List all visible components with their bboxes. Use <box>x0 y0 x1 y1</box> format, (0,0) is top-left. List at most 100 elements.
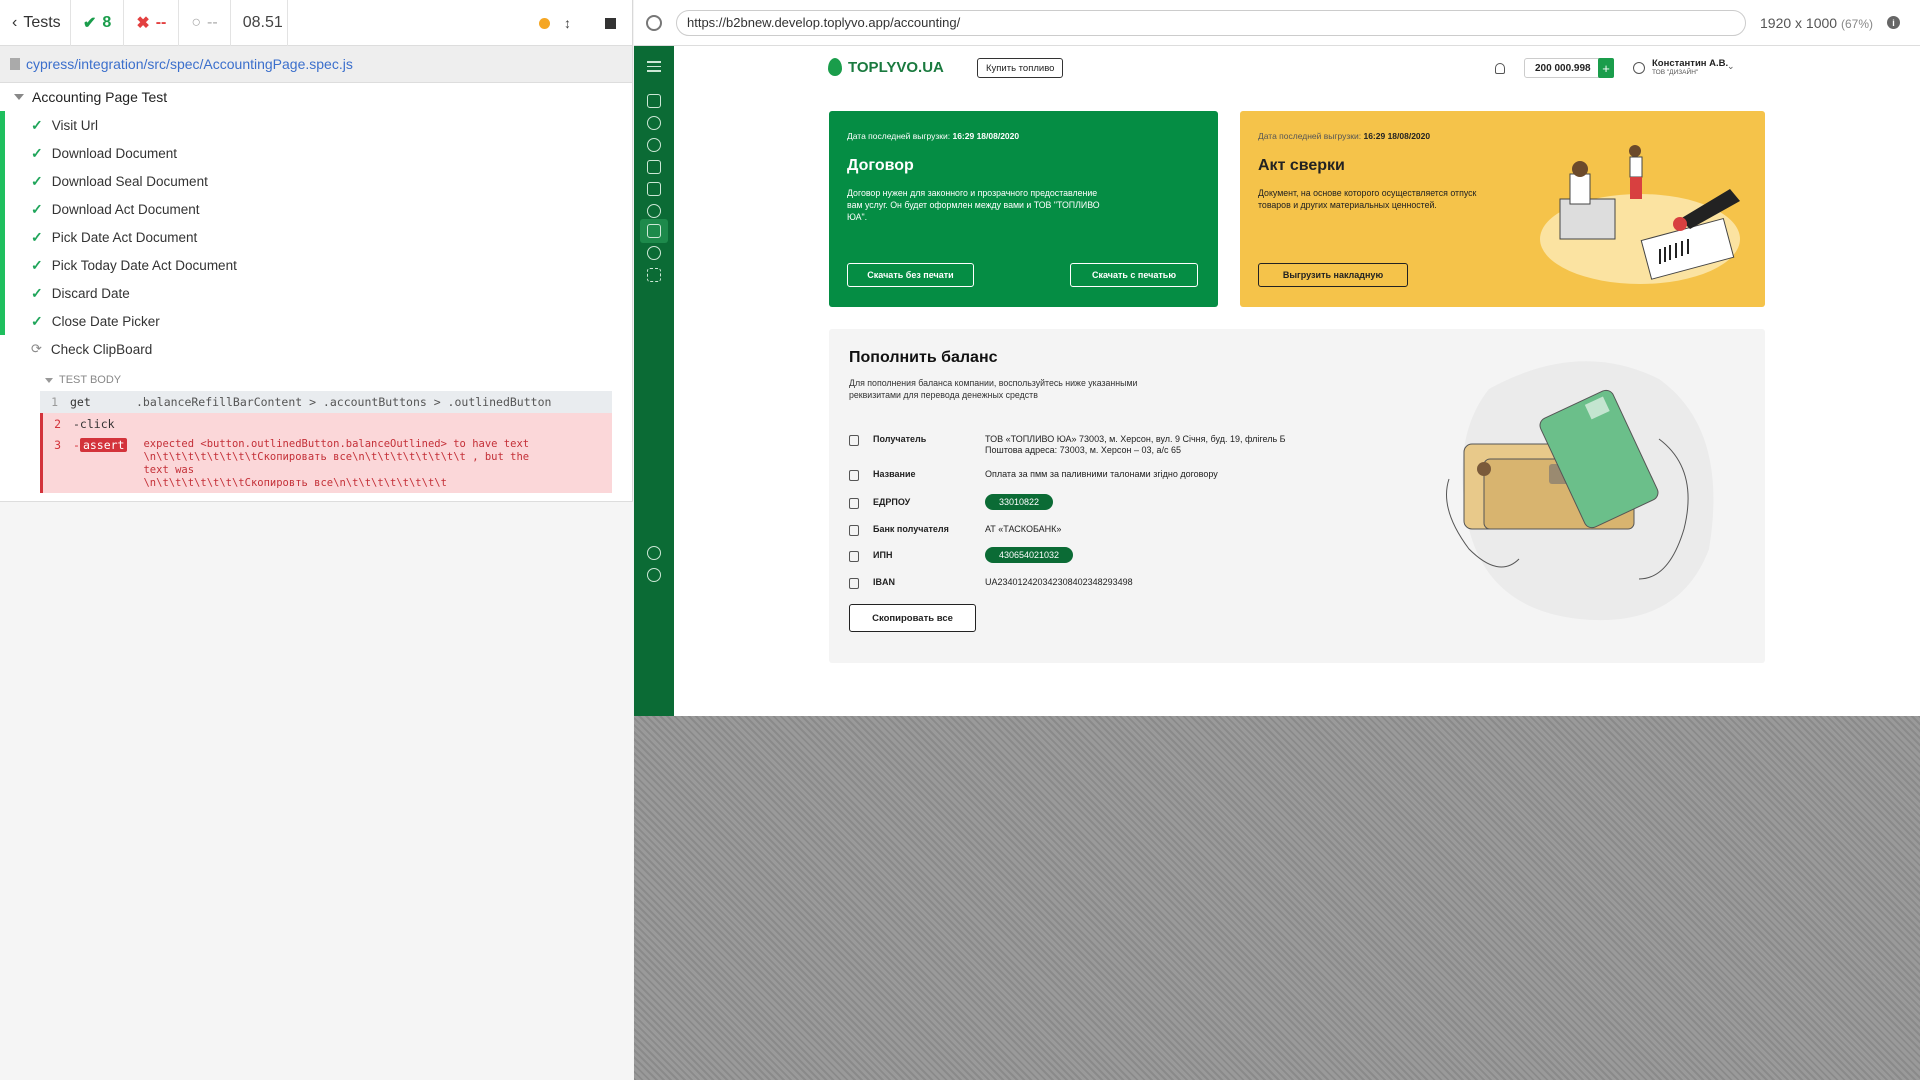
viewport-size: 1920 x 1000 (67%) <box>1760 15 1873 31</box>
recipient-line: ТОВ «ТОПЛИВО ЮА» 73003, м. Херсон, вул. … <box>985 434 1286 444</box>
meta-label: Дата последней выгрузки: <box>1258 131 1362 141</box>
test-body-header[interactable]: TEST BODY <box>40 369 612 391</box>
bell-icon[interactable] <box>1495 63 1505 74</box>
assert-message: expected <button.outlinedButton.balanceO… <box>143 438 530 489</box>
command-number: 1 <box>51 395 58 409</box>
meta-value: 16:29 18/08/2020 <box>952 131 1020 141</box>
balance-refill-panel: Пополнить баланс Для пополнения баланса … <box>829 329 1765 663</box>
chevron-down-icon[interactable]: ⌄ <box>1727 61 1735 72</box>
command-row-assert[interactable]: 3 - assert expected <button.outlinedButto… <box>40 435 612 493</box>
chevron-left-icon: ‹ <box>12 13 18 31</box>
requisite-value: АТ «ТАСКОБАНК» <box>985 524 1062 534</box>
requisite-row: IBAN UA234012420342308402348293498 <box>849 577 1133 589</box>
test-row[interactable]: ✓ Download Seal Document <box>0 167 632 195</box>
user-icon[interactable] <box>647 138 661 152</box>
test-row[interactable]: ✓ Download Document <box>0 139 632 167</box>
download-with-seal-button[interactable]: Скачать с печатью <box>1070 263 1198 287</box>
app-viewport: TOPLYVO.UA Купить топливо 200 000.998 + … <box>634 46 1920 716</box>
car-icon[interactable] <box>647 246 661 260</box>
cypress-reporter: ‹ Tests ✔ 8 ✖ -- ○ -- 08.51 ↕ cypress/in… <box>0 0 633 1080</box>
test-row-running[interactable]: ⟳ Check ClipBoard <box>0 335 632 363</box>
command-row-failed[interactable]: 2 -click <box>40 413 612 435</box>
tests-back-button[interactable]: ‹ Tests <box>0 0 71 46</box>
requisite-row: ИПН 430654021032 <box>849 547 1074 563</box>
requisite-label: ЕДРПОУ <box>873 497 911 507</box>
failed-count: -- <box>155 13 167 31</box>
fuel-drop-icon <box>828 58 842 76</box>
settings-icon[interactable] <box>647 546 661 560</box>
test-row[interactable]: ✓ Pick Today Date Act Document <box>0 251 632 279</box>
menu-icon[interactable] <box>647 58 661 72</box>
aut-background-stripes <box>634 716 1920 1080</box>
app-sidebar <box>634 46 674 716</box>
spec-path-link[interactable]: cypress/integration/src/spec/AccountingP… <box>26 56 353 72</box>
meta-value: 16:29 18/08/2020 <box>1363 131 1431 141</box>
contract-card: Дата последней выгрузки: 16:29 18/08/202… <box>829 111 1218 307</box>
logo-text: TOPLYVO.UA <box>848 58 944 76</box>
test-label: Download Seal Document <box>51 173 208 189</box>
gift-icon[interactable] <box>647 160 661 174</box>
command-number: 2 <box>54 417 61 431</box>
url-bar[interactable]: https://b2bnew.develop.toplyvo.app/accou… <box>676 9 1746 36</box>
test-row[interactable]: ✓ Close Date Picker <box>0 307 632 335</box>
copy-icon[interactable] <box>849 578 859 589</box>
buy-fuel-button[interactable]: Купить топливо <box>977 58 1064 78</box>
user-name[interactable]: Константин А.В. <box>1652 58 1728 69</box>
auto-scroll-icon[interactable]: ↕ <box>564 15 571 31</box>
office-illustration-icon <box>1540 145 1740 284</box>
copy-icon[interactable] <box>849 470 859 481</box>
requisite-value: Оплата за пмм за паливними талонами згід… <box>985 469 1218 479</box>
check-icon: ✓ <box>31 312 43 329</box>
reporter-header: ‹ Tests ✔ 8 ✖ -- ○ -- 08.51 ↕ <box>0 0 632 46</box>
copy-icon[interactable] <box>849 435 859 446</box>
command-row[interactable]: 1 get .balanceRefillBarContent > .accoun… <box>40 391 612 413</box>
act-card: Дата последней выгрузки: 16:29 18/08/202… <box>1240 111 1765 307</box>
stop-icon[interactable] <box>605 17 616 29</box>
wallet-illustration-icon <box>1446 361 1714 621</box>
check-icon: ✓ <box>31 200 43 217</box>
balance-display: 200 000.998 <box>1524 58 1604 78</box>
suite-row[interactable]: Accounting Page Test <box>0 83 632 111</box>
test-row[interactable]: ✓ Discard Date <box>0 279 632 307</box>
copy-icon[interactable] <box>849 525 859 536</box>
road-icon[interactable] <box>647 268 661 282</box>
requisite-label: Название <box>873 469 916 479</box>
cross-icon: ✖ <box>136 14 150 32</box>
wallet-icon[interactable] <box>647 182 661 196</box>
logo[interactable]: TOPLYVO.UA <box>828 58 944 76</box>
add-balance-button[interactable]: + <box>1598 58 1614 78</box>
test-row[interactable]: ✓ Download Act Document <box>0 195 632 223</box>
requisite-label: IBAN <box>873 577 895 587</box>
copy-all-button[interactable]: Скопировать все <box>849 604 976 632</box>
accounting-icon[interactable] <box>647 224 661 238</box>
command-name: -click <box>73 417 115 431</box>
aut-header: https://b2bnew.develop.toplyvo.app/accou… <box>634 0 1920 46</box>
dashboard-icon[interactable] <box>647 94 661 108</box>
command-message: .balanceRefillBarContent > .accountButto… <box>136 395 552 409</box>
requisite-row: Банк получателя АТ «ТАСКОБАНК» <box>849 524 1061 536</box>
tests-label: Tests <box>23 13 61 31</box>
test-label: Check ClipBoard <box>50 341 153 357</box>
requisite-label: Получатель <box>873 434 927 444</box>
download-no-seal-button[interactable]: Скачать без печати <box>847 263 974 287</box>
selector-playground-icon[interactable] <box>646 14 662 31</box>
check-icon: ✓ <box>31 284 43 301</box>
requisite-value: UA234012420342308402348293498 <box>985 577 1133 587</box>
copy-icon[interactable] <box>849 551 859 562</box>
help-icon[interactable] <box>647 568 661 582</box>
test-label: Close Date Picker <box>51 313 160 329</box>
passed-count: 8 <box>102 13 112 31</box>
history-icon[interactable] <box>647 204 661 218</box>
failed-stat: ✖ -- <box>124 0 180 46</box>
info-icon[interactable]: i <box>1886 16 1900 29</box>
export-invoice-button[interactable]: Выгрузить накладную <box>1258 263 1408 287</box>
check-icon: ✓ <box>31 228 43 245</box>
requisite-label: ИПН <box>873 550 893 560</box>
test-row[interactable]: ✓ Pick Date Act Document <box>0 223 632 251</box>
user-avatar-icon[interactable] <box>1633 62 1645 74</box>
test-row[interactable]: ✓ Visit Url <box>0 111 632 139</box>
edrpou-pill: 33010822 <box>985 494 1054 510</box>
copy-icon[interactable] <box>849 498 859 509</box>
duration: 08.51 <box>231 0 288 46</box>
globe-icon[interactable] <box>647 116 661 130</box>
